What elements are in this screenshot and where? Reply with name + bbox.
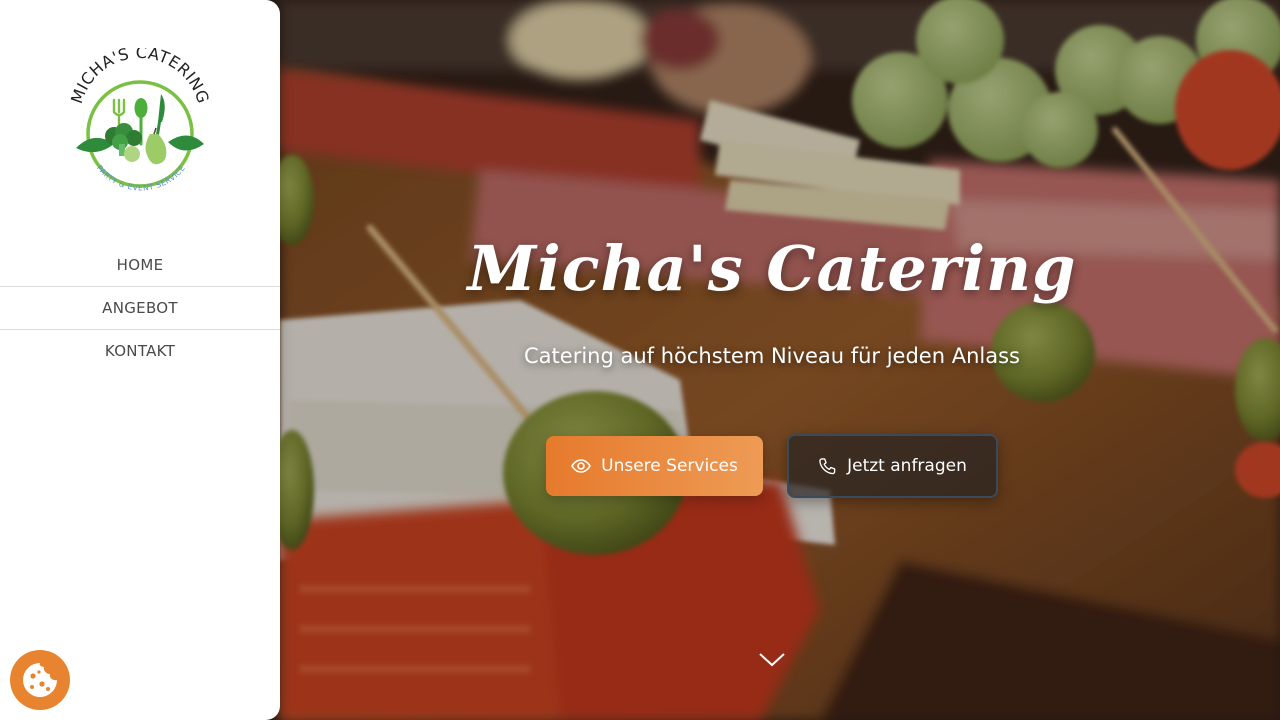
sidebar: MICHA'S CATERING PARTY & EVENT SERVICE H…: [0, 0, 280, 720]
nav-item-home[interactable]: HOME: [0, 244, 280, 287]
hero-title: Micha's Catering: [467, 232, 1077, 305]
nav-item-angebot[interactable]: ANGEBOT: [0, 287, 280, 330]
page: Micha's Catering Catering auf höchstem N…: [0, 0, 1280, 720]
request-button-label: Jetzt anfragen: [847, 456, 967, 476]
services-button-label: Unsere Services: [601, 456, 738, 476]
main-navigation: HOME ANGEBOT KONTAKT: [0, 244, 280, 372]
eye-icon: [571, 459, 592, 473]
cookie-icon: [20, 660, 60, 700]
services-button[interactable]: Unsere Services: [546, 436, 763, 496]
request-button[interactable]: Jetzt anfragen: [787, 434, 998, 498]
hero-subtitle: Catering auf höchstem Niveau für jeden A…: [524, 344, 1020, 368]
phone-icon: [818, 457, 837, 476]
nav-item-kontakt[interactable]: KONTAKT: [0, 330, 280, 372]
brand-logo[interactable]: MICHA'S CATERING PARTY & EVENT SERVICE: [64, 43, 216, 200]
cookie-settings-button[interactable]: [10, 650, 70, 710]
svg-text:PARTY & EVENT SERVICE: PARTY & EVENT SERVICE: [95, 163, 187, 192]
svg-text:MICHA'S CATERING: MICHA'S CATERING: [67, 48, 213, 106]
chevron-down-icon[interactable]: [758, 650, 786, 670]
